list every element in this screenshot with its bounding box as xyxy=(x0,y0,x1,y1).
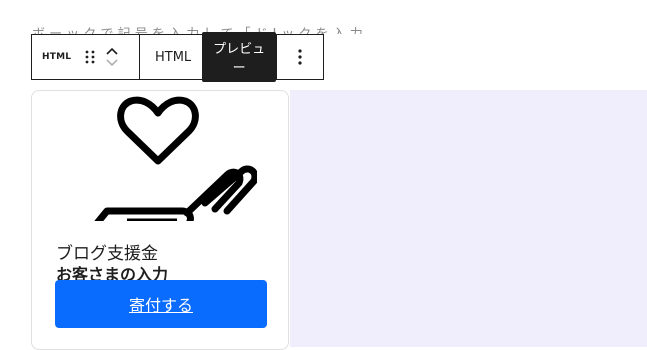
chevron-down-icon[interactable] xyxy=(105,58,119,68)
tab-html[interactable]: HTML xyxy=(150,44,196,71)
html-block-icon[interactable]: HTML xyxy=(42,52,71,62)
block-controls: HTML xyxy=(32,35,140,79)
chevron-up-icon[interactable] xyxy=(105,46,119,56)
options-group xyxy=(277,35,323,79)
tab-preview[interactable]: プレビュー xyxy=(202,32,276,82)
heart-hand-icon xyxy=(87,93,257,221)
more-vertical-icon[interactable] xyxy=(297,48,303,66)
block-movers xyxy=(105,46,119,68)
preview-area xyxy=(290,90,647,347)
donate-button[interactable]: 寄付する xyxy=(55,280,267,328)
drag-handle-icon[interactable] xyxy=(85,49,95,65)
block-toolbar: HTML HTML プレビュー xyxy=(31,32,324,82)
background-placeholder-text: ボ ー ッ ク で 記 号 を 入 力 し て 「 ド ! ッ ク を 入 力 xyxy=(32,22,363,34)
donation-card: ブログ支援金 お客さまの入力 寄付する xyxy=(31,90,289,350)
view-tabs: HTML プレビュー xyxy=(140,32,277,82)
